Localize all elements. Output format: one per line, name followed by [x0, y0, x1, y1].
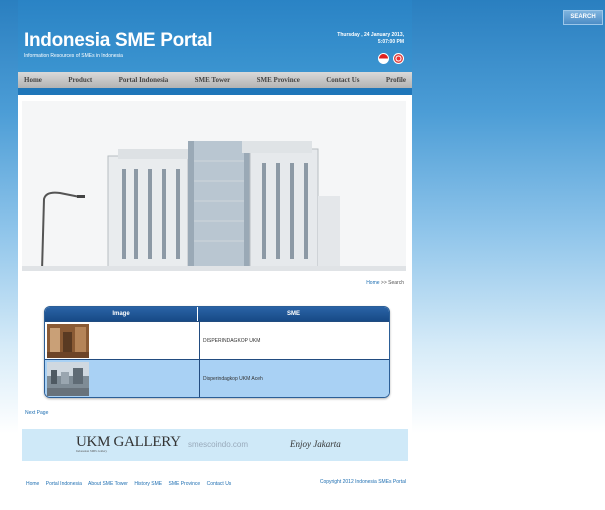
site-title[interactable]: Indonesia SME Portal: [24, 30, 213, 52]
nav-item-sme-province[interactable]: SME Province: [257, 76, 300, 84]
smescoindo-logo[interactable]: smescoindo.com: [188, 440, 248, 449]
table-header-row: Image SME: [45, 307, 389, 321]
breadcrumb: Home >> Search: [366, 280, 404, 286]
breadcrumb-separator: >>: [380, 280, 387, 286]
next-page-link[interactable]: Next Page: [25, 410, 48, 416]
footer-link-about-sme-tower[interactable]: About SME Tower: [88, 481, 128, 487]
sme-thumbnail-image[interactable]: [47, 323, 89, 358]
search-button[interactable]: SEARCH: [563, 10, 603, 25]
footer-link-portal-indonesia[interactable]: Portal Indonesia: [46, 481, 82, 487]
enjoy-jakarta-logo[interactable]: Enjoy Jakarta: [290, 439, 341, 449]
footer-link-history-sme[interactable]: History SME: [134, 481, 162, 487]
column-header-sme: SME: [286, 311, 300, 317]
table-row[interactable]: DISPERINDAGKOP UKM: [45, 321, 389, 359]
nav-divider: [18, 88, 412, 95]
nav-item-contact-us[interactable]: Contact Us: [326, 76, 359, 84]
page-container: Indonesia SME Portal Information Resourc…: [18, 0, 412, 510]
column-header-image: Image: [45, 307, 198, 321]
nav-item-sme-tower[interactable]: SME Tower: [195, 76, 231, 84]
site-header: Indonesia SME Portal Information Resourc…: [18, 0, 412, 72]
footer-link-contact-us[interactable]: Contact Us: [207, 481, 232, 487]
footer-link-sme-province[interactable]: SME Province: [169, 481, 201, 487]
breadcrumb-current: Search: [388, 280, 404, 286]
hero-image: [22, 101, 406, 271]
time-text: 5:07:00 PM: [377, 39, 404, 45]
sme-results-table: Image SME DISPERINDAGKOP UKM Disperindag…: [44, 306, 390, 398]
copyright-text: Copyright 2012 Indonesia SMEs Portal: [319, 479, 406, 485]
main-nav: Home Product Portal Indonesia SME Tower …: [18, 72, 412, 88]
site-tagline: Information Resources of SMEs in Indones…: [24, 53, 123, 59]
table-cell-sme[interactable]: DISPERINDAGKOP UKM: [200, 322, 389, 359]
nav-item-profile[interactable]: Profile: [386, 76, 406, 84]
ukm-gallery-logo-text: UKM GALLERY: [76, 434, 181, 450]
enjoy-jakarta-logo-text: Enjoy Jakarta: [290, 439, 341, 449]
english-flag-icon[interactable]: [393, 53, 404, 64]
breadcrumb-home-link[interactable]: Home: [366, 280, 379, 286]
footer-link-home[interactable]: Home: [26, 481, 39, 487]
language-switcher: [378, 53, 404, 64]
date-text: Thursday , 24 January 2013,: [337, 32, 404, 38]
table-cell-image: [45, 322, 200, 359]
footer-links: Home Portal Indonesia About SME Tower Hi…: [26, 481, 236, 487]
table-row[interactable]: Disperindagkop UKM Aceh: [45, 359, 389, 397]
sme-thumbnail-image[interactable]: [47, 361, 89, 396]
datetime: Thursday , 24 January 2013, 5:07:00 PM: [337, 32, 404, 46]
nav-item-portal-indonesia[interactable]: Portal Indonesia: [119, 76, 169, 84]
sme-tower-building-illustration: [22, 101, 406, 271]
ukm-gallery-logo[interactable]: UKM GALLERY Indonesian SMEs Gallery: [76, 434, 181, 453]
table-cell-image: [45, 360, 200, 397]
partner-logos-bar: UKM GALLERY Indonesian SMEs Gallery smes…: [22, 429, 408, 461]
nav-item-product[interactable]: Product: [68, 76, 92, 84]
indonesia-flag-icon[interactable]: [378, 53, 389, 64]
table-cell-sme[interactable]: Disperindagkop UKM Aceh: [200, 360, 389, 397]
nav-item-home[interactable]: Home: [24, 76, 42, 84]
